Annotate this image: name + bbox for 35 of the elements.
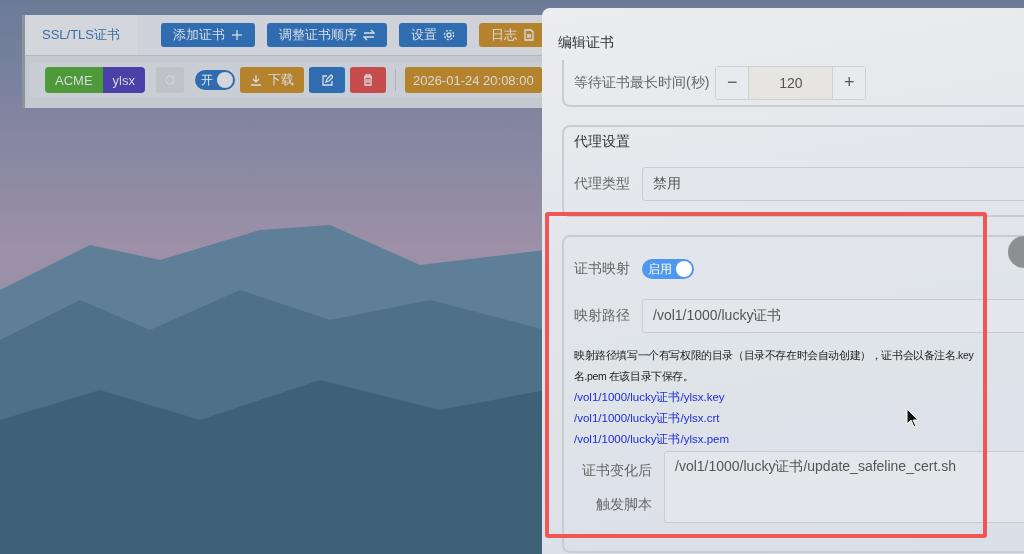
delete-button[interactable]	[349, 67, 386, 93]
tab[interactable]: SSL/TLS证书	[25, 15, 137, 55]
toolbar-button[interactable]: 调整证书顺序	[267, 23, 387, 47]
field-label: 证书映射	[574, 260, 630, 278]
file-link[interactable]: /vol1/1000/lucky证书/ylsx.pem	[574, 429, 1024, 450]
file-link[interactable]: /vol1/1000/lucky证书/ylsx.crt	[574, 408, 1024, 429]
script-textarea[interactable]: /vol1/1000/lucky证书/update_safeline_cert.sh	[664, 451, 1024, 523]
toolbar-button[interactable]: 添加证书	[161, 23, 255, 47]
tag: ACME	[45, 67, 103, 93]
download-icon	[249, 74, 262, 86]
date-badge: 2026-01-24 20:08:00	[404, 67, 542, 93]
document-icon	[523, 29, 535, 41]
hint-text: 名.pem 在该目录下保存。	[574, 369, 695, 384]
number-value: 120	[748, 66, 834, 99]
plus-icon	[231, 29, 243, 41]
field-label: 代理类型	[574, 175, 630, 193]
toggle-switch[interactable]: 开	[194, 70, 235, 90]
settings-icon	[443, 29, 455, 41]
cursor-icon	[906, 408, 920, 428]
toolbar-button[interactable]: 设置	[399, 23, 467, 47]
field-label: 证书变化后 触发脚本	[581, 461, 652, 514]
swap-arrows-icon	[363, 29, 375, 41]
input-field[interactable]: /vol1/1000/lucky证书	[642, 299, 1024, 333]
field-label: 映射路径	[574, 307, 630, 325]
drawer-title: 编辑证书	[558, 34, 614, 52]
number-input[interactable]: − 120 +	[715, 65, 867, 100]
file-link[interactable]: /vol1/1000/lucky证书/ylsx.key	[574, 387, 1024, 408]
trash-icon	[361, 74, 374, 86]
field-label: 等待证书最长时间(秒)	[574, 73, 710, 92]
edit-button[interactable]	[308, 67, 345, 93]
tag: ylsx	[102, 67, 145, 93]
section-title: 代理设置	[574, 133, 631, 151]
edit-icon	[320, 74, 333, 86]
hint-text: 映射路径填写一个有写权限的目录（目录不存在时会自动创建），证书会以备注名.key	[574, 348, 975, 363]
select-field[interactable]: 禁用	[642, 167, 1024, 201]
